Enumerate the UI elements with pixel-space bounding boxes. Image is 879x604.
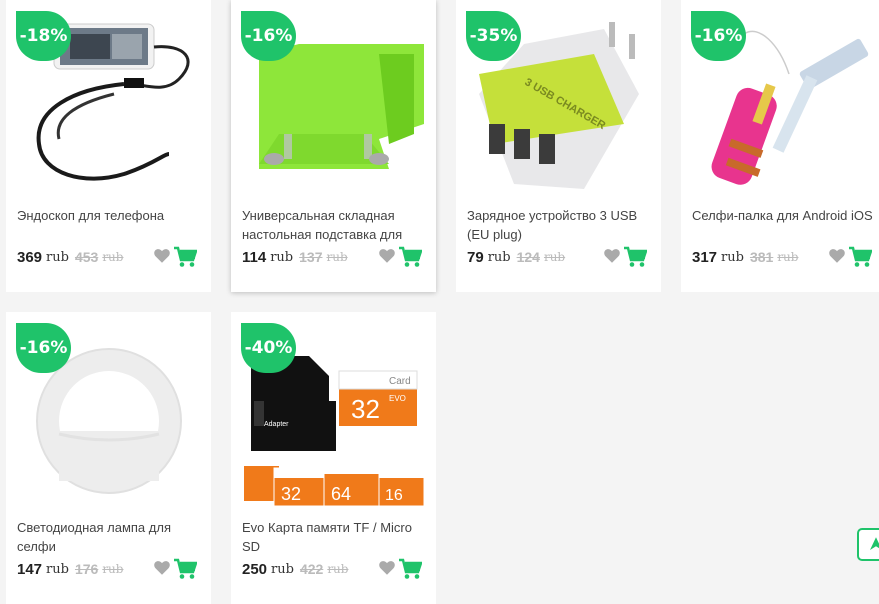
currency: rub bbox=[270, 249, 294, 265]
card-capacity: 32 bbox=[351, 394, 380, 424]
cart-icon[interactable] bbox=[173, 558, 197, 580]
old-currency: rub bbox=[326, 250, 348, 264]
product-title[interactable]: Зарядное устройство 3 USB (EU plug) bbox=[467, 206, 653, 244]
product-title[interactable]: Эндоскоп для телефона bbox=[17, 206, 203, 244]
product-title[interactable]: Evo Карта памяти TF / Micro SD bbox=[242, 518, 428, 556]
currency: rub bbox=[721, 249, 744, 265]
product-card[interactable]: -35% 3 USB CHARGER Зарядное устройство 3… bbox=[456, 0, 661, 292]
current-price: 114 bbox=[242, 248, 267, 266]
old-price: 124 bbox=[516, 249, 540, 265]
product-card[interactable]: -40% Adapter Card 32 EVO 32 64 16 Evo Ка… bbox=[231, 312, 436, 604]
discount-badge: -16% bbox=[691, 11, 746, 61]
current-price: 79 bbox=[467, 248, 484, 266]
price-row: 317 rub 381 rub bbox=[692, 246, 879, 268]
discount-badge: -35% bbox=[466, 11, 521, 61]
card-capacity: 16 bbox=[385, 487, 403, 504]
product-title[interactable]: Универсальная складная настольная подста… bbox=[242, 206, 428, 244]
discount-badge: -16% bbox=[16, 323, 71, 373]
product-card[interactable]: -16% Селфи-палка для Android iOS 317 rub… bbox=[681, 0, 879, 292]
old-currency: rub bbox=[327, 562, 349, 576]
card-label: Card bbox=[389, 376, 411, 387]
heart-icon[interactable] bbox=[378, 247, 396, 265]
arrow-up-icon bbox=[870, 537, 879, 550]
product-title[interactable]: Селфи-палка для Android iOS bbox=[692, 206, 878, 244]
old-price: 381 bbox=[749, 249, 774, 265]
product-card[interactable]: -18% Эндоскоп для телефона 369 rub 453 r… bbox=[6, 0, 211, 292]
product-title[interactable]: Светодиодная лампа для селфи bbox=[17, 518, 203, 556]
discount-badge: -18% bbox=[16, 11, 71, 61]
heart-icon[interactable] bbox=[603, 247, 621, 265]
product-card[interactable]: -16% Универсальная складная настольная п… bbox=[231, 0, 436, 292]
old-currency: rub bbox=[102, 562, 124, 576]
heart-icon[interactable] bbox=[153, 247, 171, 265]
price-row: 114 rub 137 rub bbox=[242, 246, 430, 268]
current-price: 147 bbox=[17, 560, 43, 578]
old-price: 176 bbox=[74, 561, 99, 577]
discount-badge: -16% bbox=[241, 11, 296, 61]
old-currency: rub bbox=[777, 250, 799, 264]
cart-icon[interactable] bbox=[398, 246, 422, 268]
currency: rub bbox=[271, 561, 294, 577]
currency: rub bbox=[46, 249, 69, 265]
heart-icon[interactable] bbox=[828, 247, 846, 265]
price-row: 369 rub 453 rub bbox=[17, 246, 205, 268]
cart-icon[interactable] bbox=[848, 246, 872, 268]
scroll-top-button[interactable] bbox=[857, 528, 879, 561]
price-row: 250 rub 422 rub bbox=[242, 558, 430, 580]
old-price: 453 bbox=[74, 249, 99, 265]
cart-icon[interactable] bbox=[623, 246, 647, 268]
old-price: 422 bbox=[299, 561, 324, 577]
price-row: 79 rub 124 rub bbox=[467, 246, 655, 268]
card-capacity: 64 bbox=[331, 484, 351, 504]
old-currency: rub bbox=[543, 250, 566, 264]
card-capacity: 32 bbox=[281, 484, 301, 504]
card-evo: EVO bbox=[389, 394, 406, 403]
old-price: 137 bbox=[299, 249, 323, 265]
current-price: 250 bbox=[242, 560, 268, 578]
cart-icon[interactable] bbox=[173, 246, 197, 268]
adapter-label: Adapter bbox=[264, 421, 289, 428]
current-price: 317 bbox=[692, 248, 718, 266]
currency: rub bbox=[487, 249, 511, 265]
price-row: 147 rub 176 rub bbox=[17, 558, 205, 580]
product-card[interactable]: -16% Светодиодная лампа для селфи 147 ru… bbox=[6, 312, 211, 604]
cart-icon[interactable] bbox=[398, 558, 422, 580]
discount-badge: -40% bbox=[241, 323, 296, 373]
current-price: 369 bbox=[17, 248, 43, 266]
heart-icon[interactable] bbox=[153, 559, 171, 577]
heart-icon[interactable] bbox=[378, 559, 396, 577]
currency: rub bbox=[46, 561, 69, 577]
old-currency: rub bbox=[102, 250, 124, 264]
